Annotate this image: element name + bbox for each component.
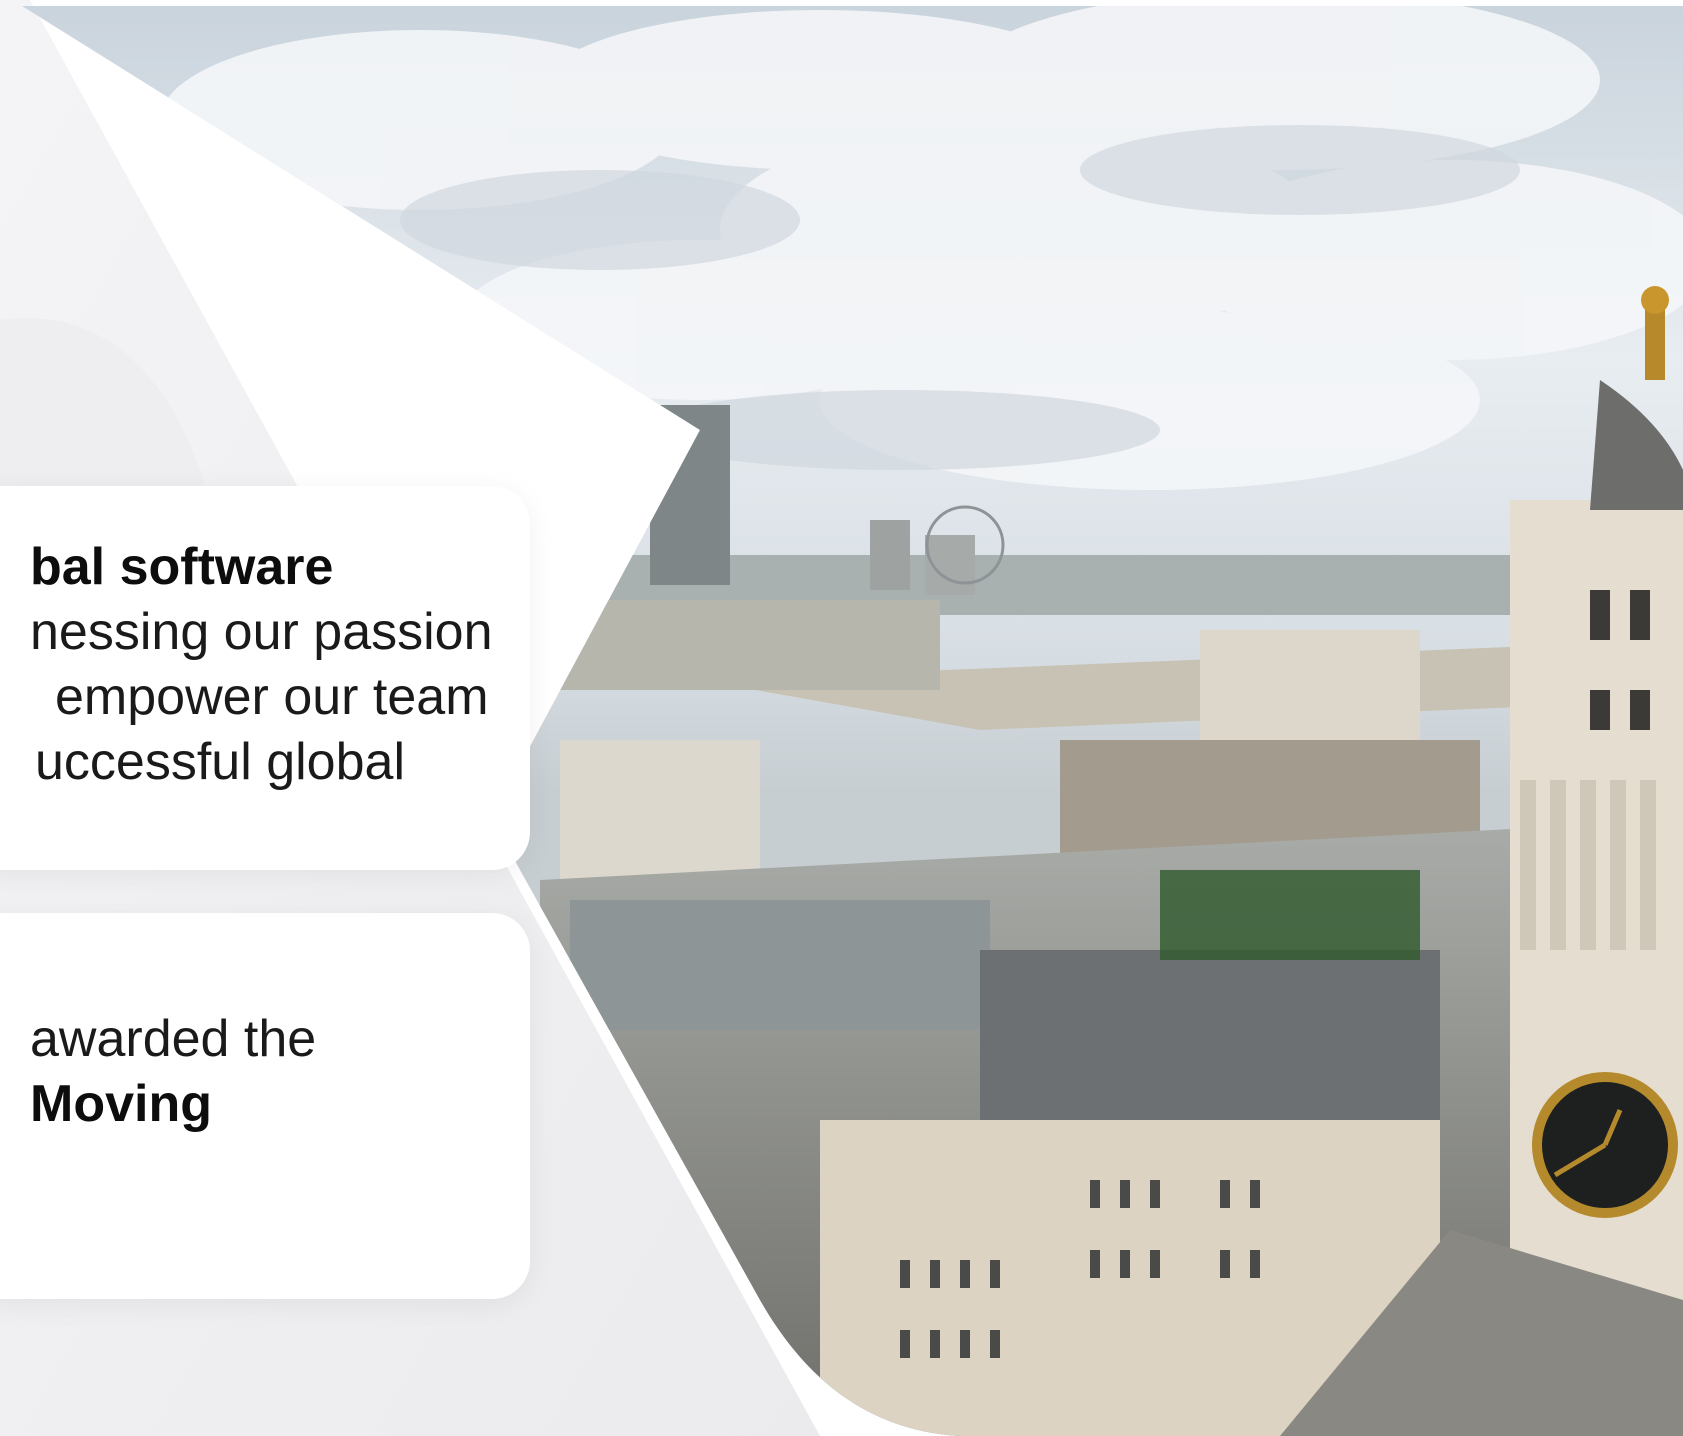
- info-card-software-text: bal software nessing our passion empower…: [30, 535, 493, 795]
- info-card-line: uccessful global: [35, 733, 405, 791]
- info-card-line: empower our team: [55, 668, 489, 726]
- award-highlight: Moving: [30, 1075, 212, 1133]
- info-card-award-text: awarded the Moving: [30, 1007, 316, 1137]
- page: bal software nessing our passion empower…: [0, 0, 1683, 1436]
- info-card-title: bal software: [30, 538, 334, 596]
- info-card-line: nessing our passion: [30, 603, 493, 661]
- award-line: awarded the: [30, 1010, 317, 1068]
